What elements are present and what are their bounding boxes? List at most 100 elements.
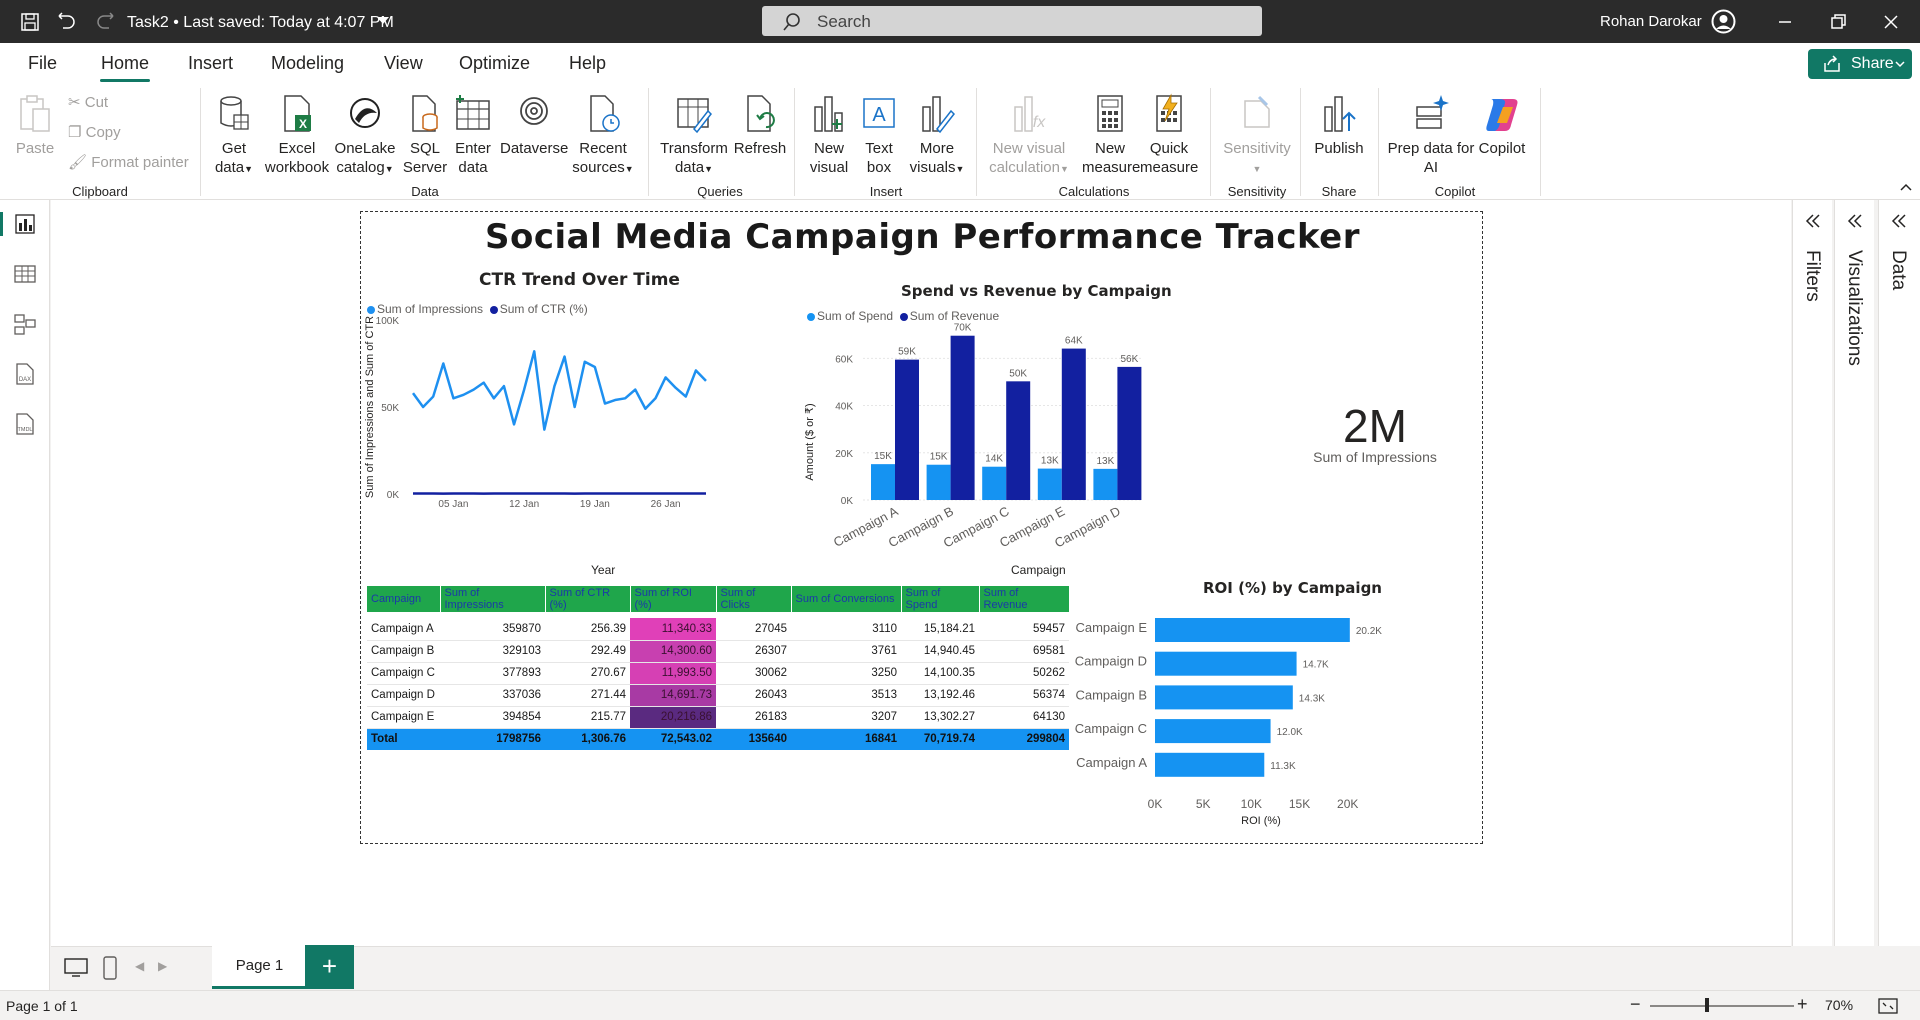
excel-workbook-button[interactable]: X Excel workbook xyxy=(260,93,334,177)
collapse-ribbon-icon[interactable] xyxy=(1900,183,1912,191)
bar-spend xyxy=(871,464,895,500)
expand-double-chevron-icon[interactable] xyxy=(1847,214,1863,228)
svg-text:TMDL: TMDL xyxy=(18,427,33,433)
format-painter-button[interactable]: 🖌 Format painter xyxy=(68,153,189,171)
prep-data-for-ai-button[interactable]: Prep data for AI xyxy=(1386,93,1476,177)
chevron-down-icon: ▼ xyxy=(244,164,254,174)
model-view-icon[interactable] xyxy=(13,312,37,336)
table-cell: Campaign A xyxy=(367,618,440,641)
expand-double-chevron-icon[interactable] xyxy=(1891,214,1907,228)
add-page-button[interactable]: + xyxy=(305,945,354,989)
copy-button[interactable]: ❐ Copy xyxy=(68,123,121,141)
menu-insert[interactable]: Insert xyxy=(188,53,233,74)
menu-help[interactable]: Help xyxy=(569,53,606,74)
new-measure-button[interactable]: New measure xyxy=(1082,93,1140,177)
report-view-icon[interactable] xyxy=(13,212,37,236)
dax-query-view-icon[interactable]: DAX xyxy=(13,362,37,386)
get-data-button[interactable]: Get data▼ xyxy=(208,93,260,179)
table-column-header[interactable]: Sum of Spend xyxy=(901,586,980,612)
zoom-in-icon[interactable]: + xyxy=(1797,994,1808,1015)
roi-y-tick-label: Campaign C xyxy=(1075,721,1147,736)
zoom-slider[interactable] xyxy=(1650,1005,1794,1007)
table-column-header[interactable]: Sum of ROI (%) xyxy=(630,586,717,612)
menu-file[interactable]: File xyxy=(28,53,57,74)
menu-optimize[interactable]: Optimize xyxy=(459,53,530,74)
new-visual-button[interactable]: New visual xyxy=(804,93,854,177)
table-column-header[interactable]: Campaign xyxy=(367,586,441,612)
group-label-sensitivity: Sensitivity xyxy=(1227,184,1287,199)
table-view-icon[interactable] xyxy=(13,262,37,286)
table-header-row: Campaign Sum of Impressions Sum of CTR (%)… xyxy=(367,586,1070,612)
menu-home[interactable]: Home xyxy=(101,53,149,74)
fit-to-page-icon[interactable] xyxy=(1878,998,1898,1014)
sensitivity-button[interactable]: Sensitivity ▼ xyxy=(1220,93,1294,179)
new-visual-calculation-button[interactable]: fx New visual calculation▼ xyxy=(984,93,1074,179)
table-cell: 256.39 xyxy=(545,618,630,641)
page-tab[interactable]: Page 1 xyxy=(212,945,307,989)
expand-double-chevron-icon[interactable] xyxy=(1805,214,1821,228)
sql-server-button[interactable]: SQL Server xyxy=(400,93,450,177)
menu-view[interactable]: View xyxy=(384,53,423,74)
spend-revenue-bar-chart[interactable]: Amount ($ or ₹) 60K 40K 20K 0K 15K 59K Campaign… xyxy=(801,322,1221,582)
table-column-header[interactable]: Sum of Impressions xyxy=(440,586,546,612)
title-dropdown-icon[interactable] xyxy=(377,17,389,24)
mobile-layout-icon[interactable] xyxy=(103,956,117,980)
dataverse-button[interactable]: Dataverse xyxy=(500,93,568,158)
roi-x-tick-label: 20K xyxy=(1337,797,1358,811)
minimize-icon[interactable] xyxy=(1774,11,1796,33)
search-input[interactable]: Search xyxy=(762,6,1262,36)
transform-data-button[interactable]: Transform data▼ xyxy=(656,93,732,179)
redo-icon[interactable] xyxy=(95,12,115,32)
visualizations-pane[interactable]: Visualizations xyxy=(1834,200,1874,946)
bar-revenue xyxy=(950,335,975,500)
share-button[interactable]: Share xyxy=(1808,49,1912,79)
next-page-icon[interactable]: ▶ xyxy=(158,959,167,973)
campaign-table[interactable]: Campaign Sum of Impressions Sum of CTR (%)… xyxy=(367,586,1070,750)
desktop-layout-icon[interactable] xyxy=(64,958,88,978)
restore-icon[interactable] xyxy=(1827,11,1849,33)
copilot-icon xyxy=(1486,99,1518,131)
zoom-out-icon[interactable]: − xyxy=(1630,994,1641,1015)
sql-server-icon xyxy=(412,95,438,132)
user-name[interactable]: Rohan Darokar xyxy=(1600,13,1702,30)
avatar-icon[interactable] xyxy=(1711,9,1736,34)
zoom-slider-thumb[interactable] xyxy=(1705,998,1709,1012)
copilot-button[interactable]: Copilot xyxy=(1474,93,1530,158)
table-cell: 14,100.35 xyxy=(901,662,979,685)
format-painter-label: Format painter xyxy=(91,154,189,171)
recent-sources-button[interactable]: Recent sources▼ xyxy=(570,93,636,179)
table-row[interactable]: Campaign A 359870 256.39 11,340.33 27045 3110… xyxy=(367,618,1069,641)
table-column-header[interactable]: Sum of CTR (%) xyxy=(545,586,631,612)
table-column-header[interactable]: Sum of Clicks xyxy=(716,586,792,612)
close-icon[interactable] xyxy=(1880,11,1902,33)
ctr-line-chart[interactable]: Sum of Impressions and Sum of CTR 100K 50K… xyxy=(361,312,801,562)
roi-x-tick-label: 15K xyxy=(1289,797,1310,811)
table-row[interactable]: Campaign C 377893 270.67 11,993.50 30062 3250… xyxy=(367,662,1069,685)
tmdl-view-icon[interactable]: TMDL xyxy=(13,412,37,436)
refresh-button[interactable]: Refresh xyxy=(730,93,790,158)
table-row[interactable]: Campaign E 394854 215.77 20,216.86 26183 3207… xyxy=(367,706,1069,729)
table-column-header[interactable]: Sum of Revenue xyxy=(979,586,1070,612)
undo-icon[interactable] xyxy=(57,12,77,32)
new-measure-label-1: New xyxy=(1094,140,1125,157)
onelake-catalog-button[interactable]: OneLake catalog▼ xyxy=(331,93,399,179)
bar-revenue xyxy=(1006,381,1031,500)
cut-button[interactable]: ✂ Cut xyxy=(68,93,108,111)
document-title[interactable]: Task2 • Last saved: Today at 4:07 PM xyxy=(127,14,394,32)
text-box-button[interactable]: A Text box xyxy=(856,93,902,177)
filters-pane[interactable]: Filters xyxy=(1792,200,1832,946)
data-pane[interactable]: Data xyxy=(1878,200,1920,946)
table-row[interactable]: Campaign D 337036 271.44 14,691.73 26043 3513… xyxy=(367,684,1069,707)
publish-button[interactable]: Publish xyxy=(1308,93,1370,158)
paste-button[interactable]: Paste xyxy=(14,93,56,158)
more-visuals-button[interactable]: More visuals▼ xyxy=(904,93,970,179)
save-icon[interactable] xyxy=(20,12,40,32)
table-row[interactable]: Campaign B 329103 292.49 14,300.60 26307 3761… xyxy=(367,640,1069,663)
roi-bar-chart[interactable]: Campaign E 20.2K Campaign D 14.7K Campaign B… xyxy=(1061,602,1481,842)
enter-data-button[interactable]: Enter data xyxy=(448,93,498,177)
sensitivity-icon xyxy=(1244,95,1270,128)
previous-page-icon[interactable]: ◀ xyxy=(135,959,144,973)
menu-modeling[interactable]: Modeling xyxy=(271,53,344,74)
table-column-header[interactable]: Sum of Conversions xyxy=(791,586,902,612)
quick-measure-button[interactable]: Quick measure xyxy=(1140,93,1198,177)
